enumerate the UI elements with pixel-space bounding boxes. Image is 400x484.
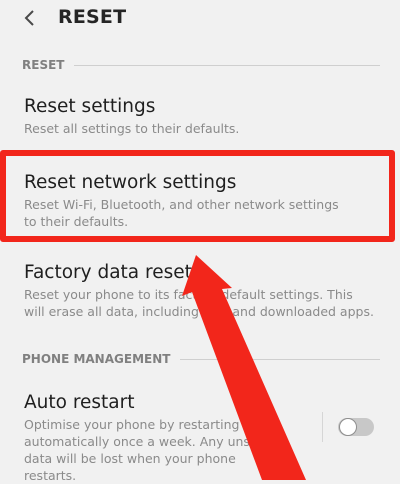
section-label-phone-management: PHONE MANAGEMENT [22,352,171,366]
factory-data-reset-title: Factory data reset [24,262,192,283]
toggle-knob [339,418,357,436]
section-header-phone-management: PHONE MANAGEMENT [22,352,380,366]
section-divider [180,358,380,360]
section-header-reset: RESET [22,58,380,72]
reset-settings-subtitle: Reset all settings to their defaults. [24,121,240,136]
toggle-divider [322,412,323,442]
page-title: RESET [58,6,127,28]
factory-data-reset-subtitle: Reset your phone to its factory default … [24,287,374,319]
reset-network-settings-subtitle: Reset Wi-Fi, Bluetooth, and other networ… [24,197,339,229]
reset-settings-item[interactable]: Reset settings Reset all settings to the… [0,86,400,146]
back-arrow-icon [24,10,34,26]
app-header: RESET [0,0,400,40]
reset-network-settings-item[interactable]: Reset network settings Reset Wi-Fi, Blue… [0,156,400,238]
reset-settings-title: Reset settings [24,96,156,117]
reset-network-settings-title: Reset network settings [24,172,237,193]
auto-restart-title: Auto restart [24,392,135,413]
factory-data-reset-item[interactable]: Factory data reset Reset your phone to i… [0,250,400,330]
auto-restart-subtitle: Optimise your phone by restarting it aut… [24,417,281,483]
section-label-reset: RESET [22,58,65,72]
back-button[interactable] [12,0,46,36]
auto-restart-toggle[interactable] [338,418,374,436]
section-divider [74,64,380,66]
